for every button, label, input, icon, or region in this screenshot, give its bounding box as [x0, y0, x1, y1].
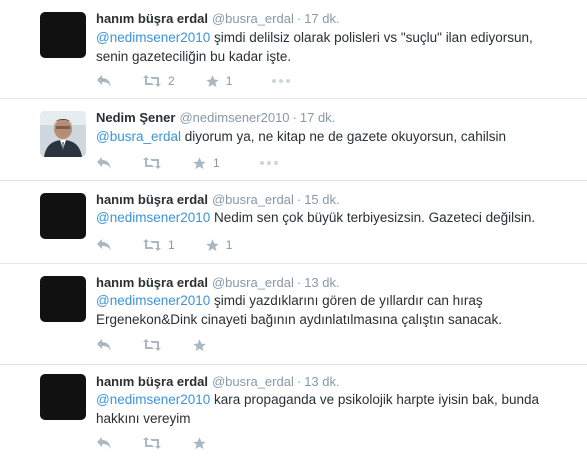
tweet-text: @nedimsener2010 şimdi yazdıklarını gören… [96, 291, 566, 329]
tweet[interactable]: hanım büşra erdal @busra_erdal · 15 dk. @ne… [0, 181, 587, 264]
more-options-icon[interactable] [259, 161, 278, 165]
tweet-text: @nedimsener2010 kara propaganda ve psiko… [96, 390, 566, 428]
tweet-body: diyorum ya, ne kitap ne de gazete okuyor… [181, 129, 506, 144]
username[interactable]: @nedimsener2010 [179, 110, 289, 125]
reply-button[interactable] [96, 74, 112, 88]
mention-link[interactable]: @nedimsener2010 [96, 392, 210, 407]
mention-link[interactable]: @busra_erdal [96, 129, 181, 144]
retweet-icon [143, 339, 161, 351]
retweet-button[interactable] [142, 338, 162, 352]
timestamp[interactable]: 15 dk. [304, 192, 339, 207]
retweet-count: 1 [168, 238, 175, 252]
avatar[interactable] [40, 111, 86, 157]
tweet-text: @nedimsener2010 şimdi delilsiz olarak po… [96, 28, 566, 66]
tweet-body: Nedim sen çok büyük terbiyesizsin. Gazet… [210, 210, 536, 225]
tweet-header: hanım büşra erdal @busra_erdal · 15 dk. [96, 192, 340, 207]
timestamp[interactable]: 13 dk. [304, 374, 339, 389]
star-icon [193, 338, 206, 351]
reply-button[interactable] [96, 238, 112, 252]
reply-icon [97, 75, 111, 87]
tweet[interactable]: hanım büşra erdal @busra_erdal · 13 dk. @ne… [0, 365, 587, 461]
favorite-count: 1 [225, 74, 233, 88]
tweet-header: hanım büşra erdal @busra_erdal · 13 dk. [96, 374, 340, 389]
retweet-button[interactable] [142, 156, 168, 170]
tweet-header: hanım büşra erdal @busra_erdal · 17 dk. [96, 11, 340, 26]
fullname[interactable]: hanım büşra erdal [96, 374, 208, 389]
separator-dot: · [296, 275, 302, 290]
tweet[interactable]: Nedim Şener @nedimsener2010 · 17 dk. @busra… [0, 99, 587, 181]
separator-dot: · [296, 11, 302, 26]
reply-icon [97, 437, 111, 449]
avatar[interactable] [40, 276, 86, 322]
tweet-timeline: hanım büşra erdal @busra_erdal · 17 dk. @ne… [0, 0, 587, 461]
reply-icon [97, 239, 111, 251]
tweet-text: @busra_erdal diyorum ya, ne kitap ne de … [96, 127, 566, 146]
retweet-icon [143, 157, 161, 169]
fullname[interactable]: hanım büşra erdal [96, 275, 208, 290]
retweet-icon [143, 239, 161, 251]
mention-link[interactable]: @nedimsener2010 [96, 210, 210, 225]
favorite-button[interactable] [192, 436, 207, 451]
retweet-count: 2 [168, 74, 175, 88]
favorite-count: 1 [225, 238, 233, 252]
reply-button[interactable] [96, 436, 112, 450]
tweet-actions: 1 [96, 154, 278, 172]
retweet-icon [143, 75, 161, 87]
retweet-button[interactable]: 2 [142, 74, 175, 88]
favorite-button[interactable]: 1 [205, 74, 233, 89]
separator-dot: · [296, 192, 302, 207]
fullname[interactable]: hanım büşra erdal [96, 11, 208, 26]
timestamp[interactable]: 17 dk. [300, 110, 335, 125]
tweet-header: hanım büşra erdal @busra_erdal · 13 dk. [96, 275, 340, 290]
tweet-actions: 2 1 [96, 72, 291, 90]
timestamp[interactable]: 13 dk. [304, 275, 339, 290]
retweet-icon [143, 437, 161, 449]
tweet-header: Nedim Şener @nedimsener2010 · 17 dk. [96, 110, 335, 125]
reply-icon [97, 339, 111, 351]
tweet-actions: 1 1 [96, 236, 262, 254]
reply-button[interactable] [96, 156, 112, 170]
favorite-count: 1 [213, 156, 220, 170]
tweet-text: @nedimsener2010 Nedim sen çok büyük terb… [96, 208, 566, 227]
separator-dot: · [296, 374, 302, 389]
reply-icon [97, 157, 111, 169]
tweet[interactable]: hanım büşra erdal @busra_erdal · 13 dk. @ne… [0, 264, 587, 365]
favorite-button[interactable] [192, 338, 207, 353]
more-options-icon[interactable] [272, 79, 291, 83]
retweet-button[interactable]: 1 [142, 238, 175, 252]
star-icon [193, 436, 206, 449]
mention-link[interactable]: @nedimsener2010 [96, 293, 210, 308]
profile-photo [40, 111, 86, 157]
retweet-button[interactable] [142, 436, 162, 450]
avatar[interactable] [40, 193, 86, 239]
username[interactable]: @busra_erdal [212, 11, 294, 26]
tweet[interactable]: hanım büşra erdal @busra_erdal · 17 dk. @ne… [0, 0, 587, 99]
username[interactable]: @busra_erdal [212, 275, 294, 290]
fullname[interactable]: hanım büşra erdal [96, 192, 208, 207]
avatar[interactable] [40, 374, 86, 420]
reply-button[interactable] [96, 338, 112, 352]
favorite-button[interactable]: 1 [205, 238, 233, 253]
fullname[interactable]: Nedim Şener [96, 110, 175, 125]
separator-dot: · [292, 110, 297, 125]
username[interactable]: @busra_erdal [212, 374, 294, 389]
tweet-actions [96, 434, 237, 452]
favorite-button[interactable]: 1 [192, 156, 220, 171]
star-icon [205, 238, 219, 251]
star-icon [193, 156, 206, 169]
mention-link[interactable]: @nedimsener2010 [96, 30, 210, 45]
avatar[interactable] [40, 12, 86, 58]
tweet-actions [96, 336, 237, 354]
star-icon [205, 74, 219, 87]
timestamp[interactable]: 17 dk. [304, 11, 339, 26]
username[interactable]: @busra_erdal [212, 192, 294, 207]
